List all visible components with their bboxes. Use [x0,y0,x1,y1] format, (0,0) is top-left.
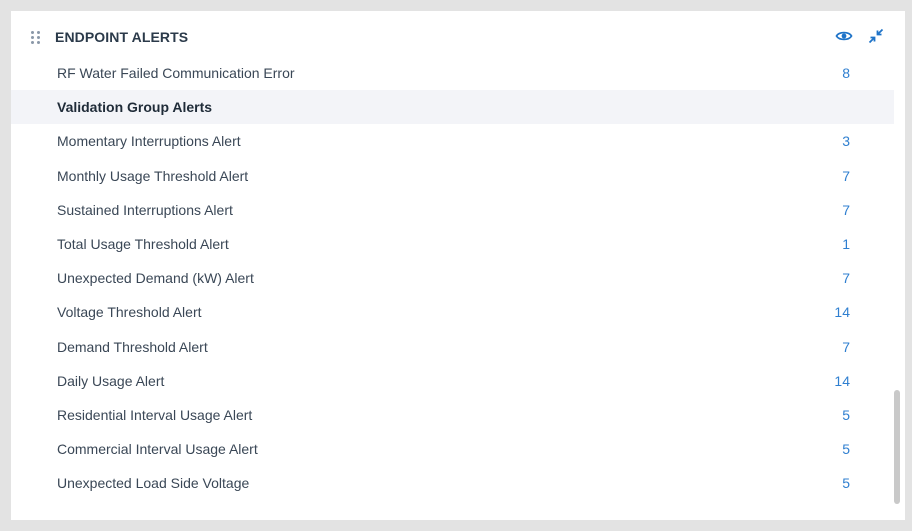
alert-label: Daily Usage Alert [57,372,165,389]
alert-row[interactable]: Sustained Interruptions Alert 7 [11,193,894,227]
collapse-icon[interactable] [867,27,885,45]
alert-label: Voltage Threshold Alert [57,304,202,321]
alert-row[interactable]: RF Water Failed Communication Error 8 [11,56,894,90]
alert-label: Unexpected Demand (kW) Alert [57,270,254,287]
alert-label: Commercial Interval Usage Alert [57,441,258,458]
alert-count-link[interactable]: 8 [842,65,850,81]
scrollbar-thumb[interactable] [894,390,900,504]
group-header-label: Validation Group Alerts [57,99,213,116]
alert-label: Unexpected Load Side Voltage [57,475,250,492]
scrollbar[interactable] [894,63,902,513]
alert-row[interactable]: Demand Threshold Alert 7 [11,330,894,364]
alert-row[interactable]: Daily Usage Alert 14 [11,364,894,398]
alert-count-link[interactable]: 5 [842,475,850,491]
alert-row[interactable]: Commercial Interval Usage Alert 5 [11,432,894,466]
drag-handle-icon[interactable] [31,31,41,45]
alert-label: Demand Threshold Alert [57,338,208,355]
alert-count-link[interactable]: 7 [842,168,850,184]
eye-icon[interactable] [835,27,853,45]
alert-count-link[interactable]: 14 [834,373,850,389]
card-title: ENDPOINT ALERTS [55,29,189,45]
alert-count-link[interactable]: 7 [842,270,850,286]
alert-list: RF Water Failed Communication Error 8 Vali… [11,56,894,500]
alert-label: Total Usage Threshold Alert [57,236,229,253]
alert-row[interactable]: Momentary Interruptions Alert 3 [11,124,894,158]
alert-count-link[interactable]: 1 [842,236,850,252]
alert-label: Residential Interval Usage Alert [57,406,253,423]
endpoint-alerts-card: ENDPOINT ALERTS RF Water Failed Communic… [11,11,905,520]
alert-count-link[interactable]: 3 [842,133,850,149]
alert-row[interactable]: Unexpected Demand (kW) Alert 7 [11,261,894,295]
alert-count-link[interactable]: 14 [834,304,850,320]
alert-label: RF Water Failed Communication Error [57,65,295,82]
alert-row[interactable]: Residential Interval Usage Alert 5 [11,398,894,432]
alert-count-link[interactable]: 5 [842,407,850,423]
alert-row[interactable]: Monthly Usage Threshold Alert 7 [11,159,894,193]
alert-row[interactable]: Total Usage Threshold Alert 1 [11,227,894,261]
alert-count-link[interactable]: 7 [842,339,850,355]
group-header-row: Validation Group Alerts [11,90,894,125]
alert-label: Sustained Interruptions Alert [57,201,233,218]
alert-count-link[interactable]: 7 [842,202,850,218]
alert-row[interactable]: Voltage Threshold Alert 14 [11,295,894,329]
alert-row[interactable]: Unexpected Load Side Voltage 5 [11,466,894,500]
alert-label: Monthly Usage Threshold Alert [57,167,249,184]
alert-count-link[interactable]: 5 [842,441,850,457]
alert-label: Momentary Interruptions Alert [57,133,241,150]
